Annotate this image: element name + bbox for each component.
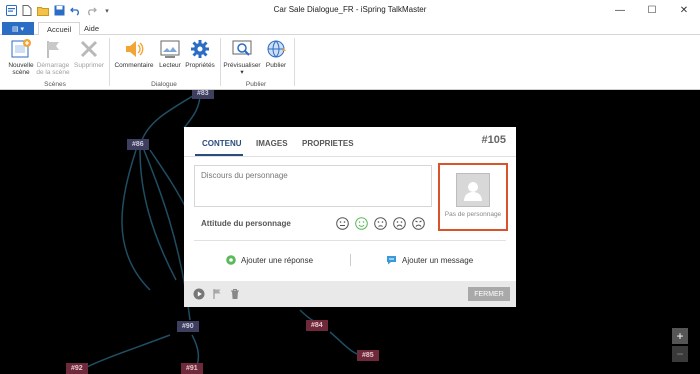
save-icon[interactable] — [53, 5, 65, 17]
add-message-button[interactable]: Ajouter un message — [386, 255, 473, 265]
close-button[interactable]: ✕ — [668, 0, 700, 21]
file-menu-button[interactable]: ▤ ▾ — [2, 22, 34, 35]
zoom-in-button[interactable]: + — [672, 328, 688, 344]
nouvelle-scene-button[interactable]: Nouvelle scène — [4, 38, 38, 76]
happy-face-icon[interactable] — [355, 217, 368, 230]
scene-node[interactable]: #90 — [177, 321, 199, 332]
publier-button[interactable]: Publier — [262, 38, 290, 69]
previsualiser-button[interactable]: Prévisualiser ▾ — [222, 38, 262, 76]
scene-number: #105 — [481, 134, 506, 146]
flag-icon[interactable] — [211, 288, 223, 300]
maximize-button[interactable]: ☐ — [636, 0, 668, 21]
character-label: Pas de personnage — [444, 211, 502, 218]
active-tab-indicator — [195, 154, 243, 156]
minimize-button[interactable]: — — [604, 0, 636, 21]
tab-aide[interactable]: Aide — [76, 22, 107, 36]
scene-node[interactable]: #85 — [357, 350, 379, 361]
group-label-scenes: Scènes — [44, 81, 66, 88]
proprietes-button[interactable]: Propriétés — [184, 38, 216, 69]
tab-proprietes[interactable]: PROPRIETES — [302, 139, 354, 148]
supprimer-button[interactable]: Supprimer — [72, 38, 106, 69]
worried-face-icon[interactable] — [374, 217, 387, 230]
scene-node[interactable]: #92 — [66, 363, 88, 374]
delete-icon — [80, 40, 98, 58]
character-avatar-icon — [456, 173, 490, 207]
neutral-face-icon[interactable] — [336, 217, 349, 230]
redo-icon[interactable] — [85, 5, 97, 17]
lecteur-button[interactable]: Lecteur — [156, 38, 184, 69]
attitude-label: Attitude du personnage — [201, 219, 291, 228]
angry-face-icon[interactable] — [412, 217, 425, 230]
tab-accueil[interactable]: Accueil — [38, 22, 81, 36]
open-folder-icon[interactable] — [37, 5, 49, 17]
ribbon-separator — [220, 38, 221, 86]
character-picker[interactable]: Pas de personnage — [438, 163, 508, 231]
preview-icon — [232, 40, 252, 56]
new-scene-icon — [11, 39, 31, 58]
character-speech-field[interactable]: Discours du personnage — [194, 165, 432, 207]
trash-icon[interactable] — [229, 288, 241, 300]
speaker-icon — [126, 41, 144, 57]
dialog-tabs: CONTENU IMAGES PROPRIETES #105 — [184, 127, 516, 157]
tab-images[interactable]: IMAGES — [256, 139, 288, 148]
tab-contenu[interactable]: CONTENU — [202, 139, 242, 148]
ribbon-separator — [109, 38, 110, 86]
fermer-button[interactable]: FERMER — [468, 287, 510, 301]
dialog-divider — [194, 240, 506, 241]
scene-node[interactable]: #86 — [127, 139, 149, 150]
attitude-selector — [336, 217, 425, 230]
ribbon-tabs: ▤ ▾ Accueil Aide — [0, 21, 700, 36]
file-menu-icon: ▤ ▾ — [11, 25, 25, 33]
player-icon — [160, 40, 180, 58]
ribbon-separator — [294, 38, 295, 86]
title-bar: ▾ Car Sale Dialogue_FR - iSpring TalkMas… — [0, 0, 700, 21]
play-icon[interactable] — [193, 288, 205, 300]
group-label-dialogue: Dialogue — [151, 81, 177, 88]
add-circle-icon — [226, 255, 236, 265]
zoom-out-button[interactable]: − — [672, 346, 688, 362]
message-bubble-icon — [387, 256, 396, 265]
demarrage-scene-button[interactable]: Démarrage de la scène — [36, 38, 70, 76]
new-file-icon[interactable] — [21, 5, 33, 17]
flag-icon — [47, 41, 59, 58]
scene-node[interactable]: #91 — [181, 363, 203, 374]
dialog-footer: FERMER — [184, 281, 516, 307]
action-separator — [350, 254, 351, 266]
quick-access-dropdown-icon[interactable]: ▾ — [101, 5, 113, 17]
undo-icon[interactable] — [69, 5, 81, 17]
globe-icon — [267, 40, 286, 58]
commentaire-button[interactable]: Commentaire — [112, 38, 156, 69]
scene-dialog: CONTENU IMAGES PROPRIETES #105 Discours … — [184, 127, 516, 307]
app-icon — [5, 5, 17, 17]
scene-node[interactable]: #84 — [306, 320, 328, 331]
group-label-publier: Publier — [245, 81, 267, 88]
ribbon: Nouvelle scène Démarrage de la scène Sup… — [0, 35, 700, 90]
gear-icon — [191, 40, 209, 58]
add-response-button[interactable]: Ajouter une réponse — [226, 255, 313, 265]
scene-node[interactable]: #83 — [192, 90, 214, 99]
sad-face-icon[interactable] — [393, 217, 406, 230]
